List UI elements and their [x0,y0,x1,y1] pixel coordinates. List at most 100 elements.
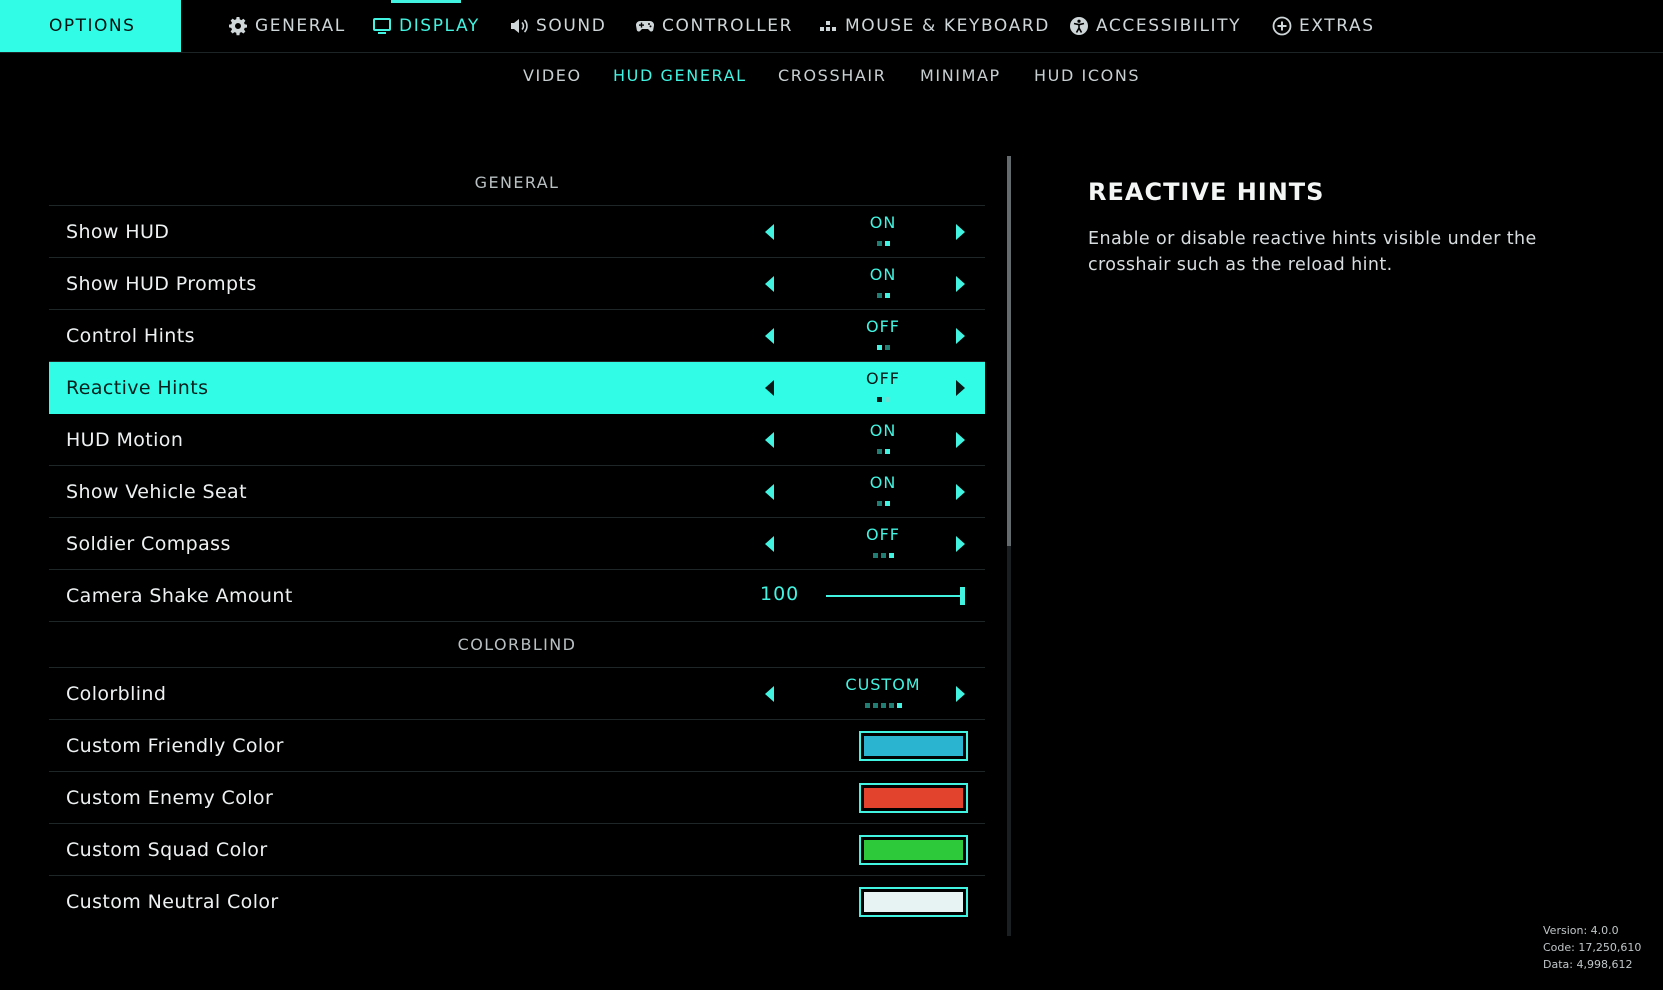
arrow-left-icon[interactable] [765,686,774,702]
subtab-minimap[interactable]: MINIMAP [920,66,1001,85]
mouse-keyboard-icon [818,16,838,36]
setting-soldier-compass[interactable]: Soldier Compass OFF [49,518,985,570]
version-data: Data: 4,998,612 [1543,958,1633,971]
option-dot [880,553,886,558]
arrow-right-icon[interactable] [956,432,965,448]
tab-display-label: DISPLAY [399,16,480,36]
arrow-left-icon[interactable] [765,484,774,500]
options-title: OPTIONS [0,0,181,52]
accessibility-icon [1069,16,1089,36]
arrow-left-icon[interactable] [765,380,774,396]
setting-label: Show Vehicle Seat [66,480,247,503]
arrow-right-icon[interactable] [956,536,965,552]
tab-sound[interactable]: SOUND [509,0,606,52]
option-dot [884,397,890,402]
option-dot [876,449,882,454]
setting-hud-motion[interactable]: HUD Motion ON [49,414,985,466]
subtab-video[interactable]: VIDEO [523,66,582,85]
option-dot [888,553,894,558]
tab-mouse-keyboard[interactable]: MOUSE & KEYBOARD [818,0,1050,52]
setting-show-hud[interactable]: Show HUD ON [49,206,985,258]
option-dots [813,501,953,506]
tab-display[interactable]: DISPLAY [342,0,510,70]
setting-value: OFF [866,317,900,336]
arrow-right-icon[interactable] [956,380,965,396]
subtab-hud-general[interactable]: HUD GENERAL [573,58,787,108]
arrow-right-icon[interactable] [956,276,965,292]
option-dots [813,553,953,558]
setting-label: Colorblind [66,682,167,705]
setting-value: OFF [866,525,900,544]
tab-accessibility[interactable]: ACCESSIBILITY [1069,0,1241,52]
tab-general-label: GENERAL [255,16,346,36]
scrollbar[interactable] [1007,156,1011,936]
arrow-left-icon[interactable] [765,276,774,292]
setting-value: CUSTOM [845,675,921,694]
arrow-left-icon[interactable] [765,536,774,552]
slider-track[interactable] [826,595,965,597]
option-dots [813,703,953,708]
arrow-right-icon[interactable] [956,224,965,240]
scrollbar-thumb[interactable] [1007,156,1011,546]
setting-camera-shake-amount[interactable]: Camera Shake Amount 100 [49,570,985,622]
gamepad-icon [635,16,655,36]
version-number: Version: 4.0.0 [1543,924,1619,937]
tab-controller-label: CONTROLLER [662,16,794,36]
arrow-left-icon[interactable] [765,432,774,448]
subtab-crosshair[interactable]: CROSSHAIR [778,66,886,85]
setting-custom-enemy-color[interactable]: Custom Enemy Color [49,772,985,824]
setting-show-vehicle-seat[interactable]: Show Vehicle Seat ON [49,466,985,518]
setting-colorblind[interactable]: Colorblind CUSTOM [49,668,985,720]
setting-show-hud-prompts[interactable]: Show HUD Prompts ON [49,258,985,310]
tab-extras-label: EXTRAS [1299,16,1375,36]
tab-sound-label: SOUND [536,16,607,36]
setting-custom-neutral-color[interactable]: Custom Neutral Color [49,876,985,928]
setting-label: Soldier Compass [66,532,231,555]
arrow-left-icon[interactable] [765,328,774,344]
option-dots [813,293,953,298]
option-dot [884,241,890,246]
color-swatch-fill [864,840,963,860]
arrow-left-icon[interactable] [765,224,774,240]
arrow-right-icon[interactable] [956,328,965,344]
setting-reactive-hints[interactable]: Reactive Hints OFF [49,362,985,414]
color-swatch-button[interactable] [859,887,968,917]
option-dots [813,449,953,454]
setting-label: Show HUD Prompts [66,272,257,295]
setting-label: Show HUD [66,220,170,243]
color-swatch-button[interactable] [859,731,968,761]
option-dot [884,449,890,454]
option-dots [813,241,953,246]
option-dot [888,703,894,708]
section-header-general: GENERAL [49,160,985,206]
setting-label: Camera Shake Amount [66,584,293,607]
subtab-hud-icons[interactable]: HUD ICONS [1034,66,1140,85]
setting-value: ON [869,421,897,440]
monitor-icon [372,16,392,36]
top-nav-bar: OPTIONS GENERAL DISPLAY SOUND CONTROLLER… [0,0,1663,70]
slider-value: 100 [760,583,800,605]
arrow-right-icon[interactable] [956,686,965,702]
tab-general[interactable]: GENERAL [228,0,346,52]
tab-extras[interactable]: EXTRAS [1272,0,1375,52]
color-swatch-button[interactable] [859,783,968,813]
plus-circle-icon [1272,16,1292,36]
arrow-right-icon[interactable] [956,484,965,500]
setting-label: Custom Squad Color [66,838,268,861]
option-dot [876,501,882,506]
version-code: Code: 17,250,610 [1543,941,1642,954]
tab-controller[interactable]: CONTROLLER [635,0,793,52]
speaker-icon [509,16,529,36]
section-header-colorblind: COLORBLIND [49,622,985,668]
version-info: Version: 4.0.0 Code: 17,250,610 Data: 4,… [1543,922,1641,973]
option-dot [876,241,882,246]
slider-handle[interactable] [960,587,965,605]
color-swatch-fill [864,892,963,912]
color-swatch-fill [864,736,963,756]
setting-custom-squad-color[interactable]: Custom Squad Color [49,824,985,876]
setting-control-hints[interactable]: Control Hints OFF [49,310,985,362]
option-dot [880,703,886,708]
setting-custom-friendly-color[interactable]: Custom Friendly Color [49,720,985,772]
setting-value: ON [869,213,897,232]
color-swatch-button[interactable] [859,835,968,865]
